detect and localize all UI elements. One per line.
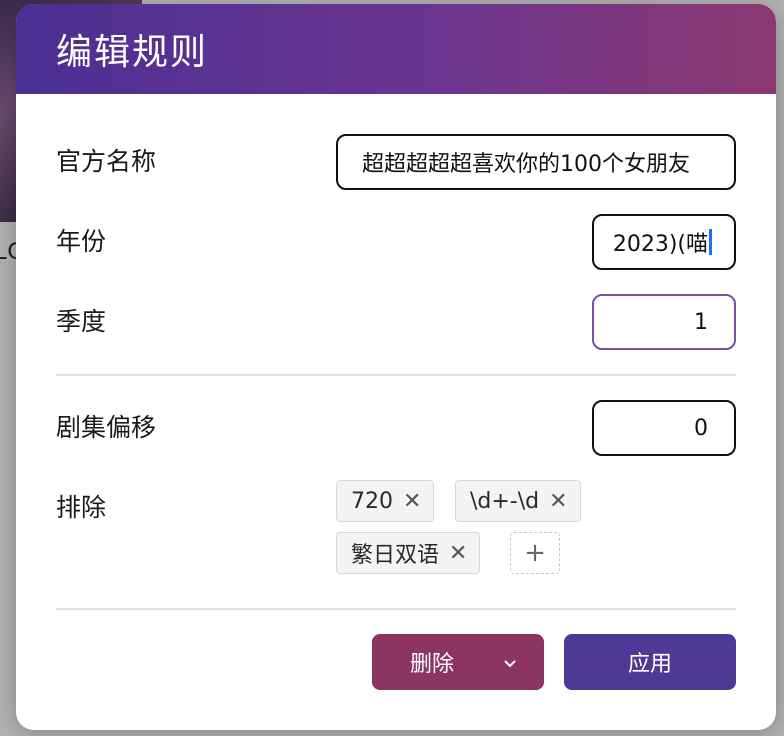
dialog-header: 编辑规则 (16, 4, 776, 94)
season-label: 季度 (56, 307, 107, 336)
official-name-input[interactable]: 超超超超超喜欢你的100个女朋友 (336, 134, 736, 190)
edit-rule-dialog: 编辑规则 官方名称 超超超超超喜欢你的100个女朋友 年份 2023)(喵 季度… (16, 4, 776, 730)
tag-label: \d+-\d (470, 488, 540, 514)
season-input[interactable]: 1 (592, 294, 736, 350)
exclude-label: 排除 (56, 493, 107, 522)
plus-icon: + (524, 538, 546, 568)
close-icon[interactable]: ✕ (449, 541, 467, 566)
official-name-value: 超超超超超喜欢你的100个女朋友 (362, 152, 690, 177)
dialog-title: 编辑规则 (56, 32, 209, 73)
episode-offset-input[interactable]: 0 (592, 400, 736, 456)
add-tag-button[interactable]: + (510, 532, 560, 574)
year-label: 年份 (56, 227, 107, 256)
episode-offset-value: 0 (694, 415, 708, 441)
delete-button[interactable]: 删除 (372, 634, 544, 690)
tag-label: 720 (351, 488, 393, 514)
episode-offset-label: 剧集偏移 (56, 413, 157, 442)
year-value: 2023)(喵 (612, 232, 708, 257)
chevron-down-icon[interactable] (502, 652, 518, 677)
close-icon[interactable]: ✕ (403, 489, 421, 514)
exclude-tag: \d+-\d ✕ (455, 480, 581, 522)
close-icon[interactable]: ✕ (549, 489, 567, 514)
apply-button-label: 应用 (627, 652, 672, 677)
tag-label: 繁日双语 (351, 543, 440, 568)
text-cursor (709, 229, 712, 255)
apply-button[interactable]: 应用 (564, 634, 736, 690)
delete-button-label: 删除 (410, 652, 455, 677)
year-input[interactable]: 2023)(喵 (592, 214, 736, 270)
exclude-tag: 720 ✕ (336, 480, 435, 522)
exclude-tag: 繁日双语 ✕ (336, 532, 481, 574)
divider (56, 374, 736, 376)
divider (56, 608, 736, 610)
season-value: 1 (694, 309, 708, 335)
official-name-label: 官方名称 (56, 147, 157, 176)
